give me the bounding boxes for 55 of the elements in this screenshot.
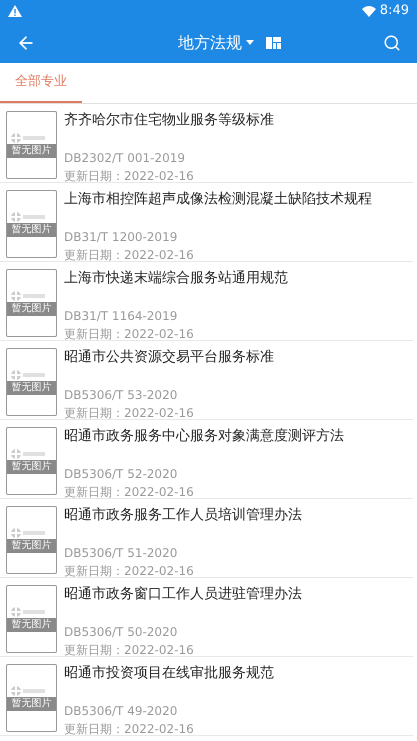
logo-icon — [11, 370, 21, 380]
standard-code: DB31/T 1164-2019 — [64, 308, 178, 324]
warning-icon — [8, 5, 22, 17]
logo-icon — [11, 606, 21, 616]
list-item[interactable]: 暂无图片 齐齐哈尔市住宅物业服务等级标准 DB2302/T 001-2019 更新日期：2022-02-16 — [0, 104, 413, 183]
no-image-label: 暂无图片 — [7, 302, 56, 316]
logo-icon — [11, 132, 21, 142]
list-item[interactable]: 暂无图片 昭通市政务窗口工作人员进驻管理办法 DB5306/T 50-2020 更新日期：2022-02-16 — [0, 578, 413, 657]
caret-icon — [246, 40, 254, 45]
update-date: 更新日期：2022-02-16 — [64, 721, 195, 737]
update-date: 更新日期：2022-02-16 — [64, 484, 195, 500]
item-title: 齐齐哈尔市住宅物业服务等级标准 — [64, 111, 275, 129]
standard-code: DB5306/T 51-2020 — [64, 545, 178, 561]
item-title: 昭通市政务服务中心服务对象满意度测评方法 — [64, 427, 345, 445]
item-title: 上海市相控阵超声成像法检测混凝土缺陷技术规程 — [64, 190, 373, 208]
list-item[interactable]: 暂无图片 上海市相控阵超声成像法检测混凝土缺陷技术规程 DB31/T 1200-2019 更新日期：2022-02-16 — [0, 183, 413, 262]
standard-code: DB5306/T 49-2020 — [64, 703, 178, 719]
update-date: 更新日期：2022-02-16 — [64, 642, 195, 658]
update-date: 更新日期：2022-02-16 — [64, 168, 195, 184]
standard-code: DB2302/T 001-2019 — [64, 150, 186, 166]
no-image-label: 暂无图片 — [7, 618, 56, 632]
no-image-label: 暂无图片 — [7, 144, 56, 158]
no-image-label: 暂无图片 — [7, 538, 56, 552]
title-dropdown[interactable]: 地方法规 — [178, 30, 254, 54]
list-item[interactable]: 暂无图片 昭通市公共资源交易平台服务标准 DB5306/T 53-2020 更新日期：2022-02-16 — [0, 341, 413, 420]
update-date: 更新日期：2022-02-16 — [64, 405, 195, 421]
logo-icon — [11, 448, 21, 458]
logo-icon — [11, 212, 21, 222]
logo-icon — [11, 686, 21, 696]
wifi-icon — [362, 6, 376, 16]
standard-code: DB31/T 1200-2019 — [64, 229, 178, 245]
layout-icon[interactable] — [266, 36, 281, 48]
update-date: 更新日期：2022-02-16 — [64, 326, 195, 342]
item-title: 昭通市政务服务工作人员培训管理办法 — [64, 506, 303, 524]
item-title: 上海市快递末端综合服务站通用规范 — [64, 269, 289, 287]
update-date: 更新日期：2022-02-16 — [64, 563, 195, 579]
no-image-label: 暂无图片 — [7, 460, 56, 474]
list-item[interactable]: 暂无图片 昭通市政务服务中心服务对象满意度测评方法 DB5306/T 52-2020 更新日期：2022-02-16 — [0, 420, 413, 499]
no-image-label: 暂无图片 — [7, 380, 56, 394]
standard-code: DB5306/T 53-2020 — [64, 387, 178, 403]
logo-icon — [11, 290, 21, 300]
search-icon — [383, 34, 401, 52]
no-image-label: 暂无图片 — [7, 222, 56, 236]
item-title: 昭通市公共资源交易平台服务标准 — [64, 348, 275, 366]
list-item[interactable]: 暂无图片 昭通市政务服务工作人员培训管理办法 DB5306/T 51-2020 更新日期：2022-02-16 — [0, 499, 413, 578]
item-title: 昭通市投资项目在线审批服务规范 — [64, 664, 275, 682]
logo-icon — [11, 528, 21, 538]
no-image-label: 暂无图片 — [7, 696, 56, 710]
list-item[interactable]: 暂无图片 昭通市投资项目在线审批服务规范 DB5306/T 49-2020 更新日期：2022-02-16 — [0, 657, 413, 736]
update-date: 更新日期：2022-02-16 — [64, 247, 195, 263]
standard-code: DB5306/T 50-2020 — [64, 624, 178, 640]
clock: 8:49 — [380, 2, 409, 20]
list-item[interactable]: 暂无图片 上海市快递末端综合服务站通用规范 DB31/T 1164-2019 更新日期：2022-02-16 — [0, 262, 413, 341]
item-title: 昭通市政务窗口工作人员进驻管理办法 — [64, 585, 303, 603]
standard-code: DB5306/T 52-2020 — [64, 466, 178, 482]
